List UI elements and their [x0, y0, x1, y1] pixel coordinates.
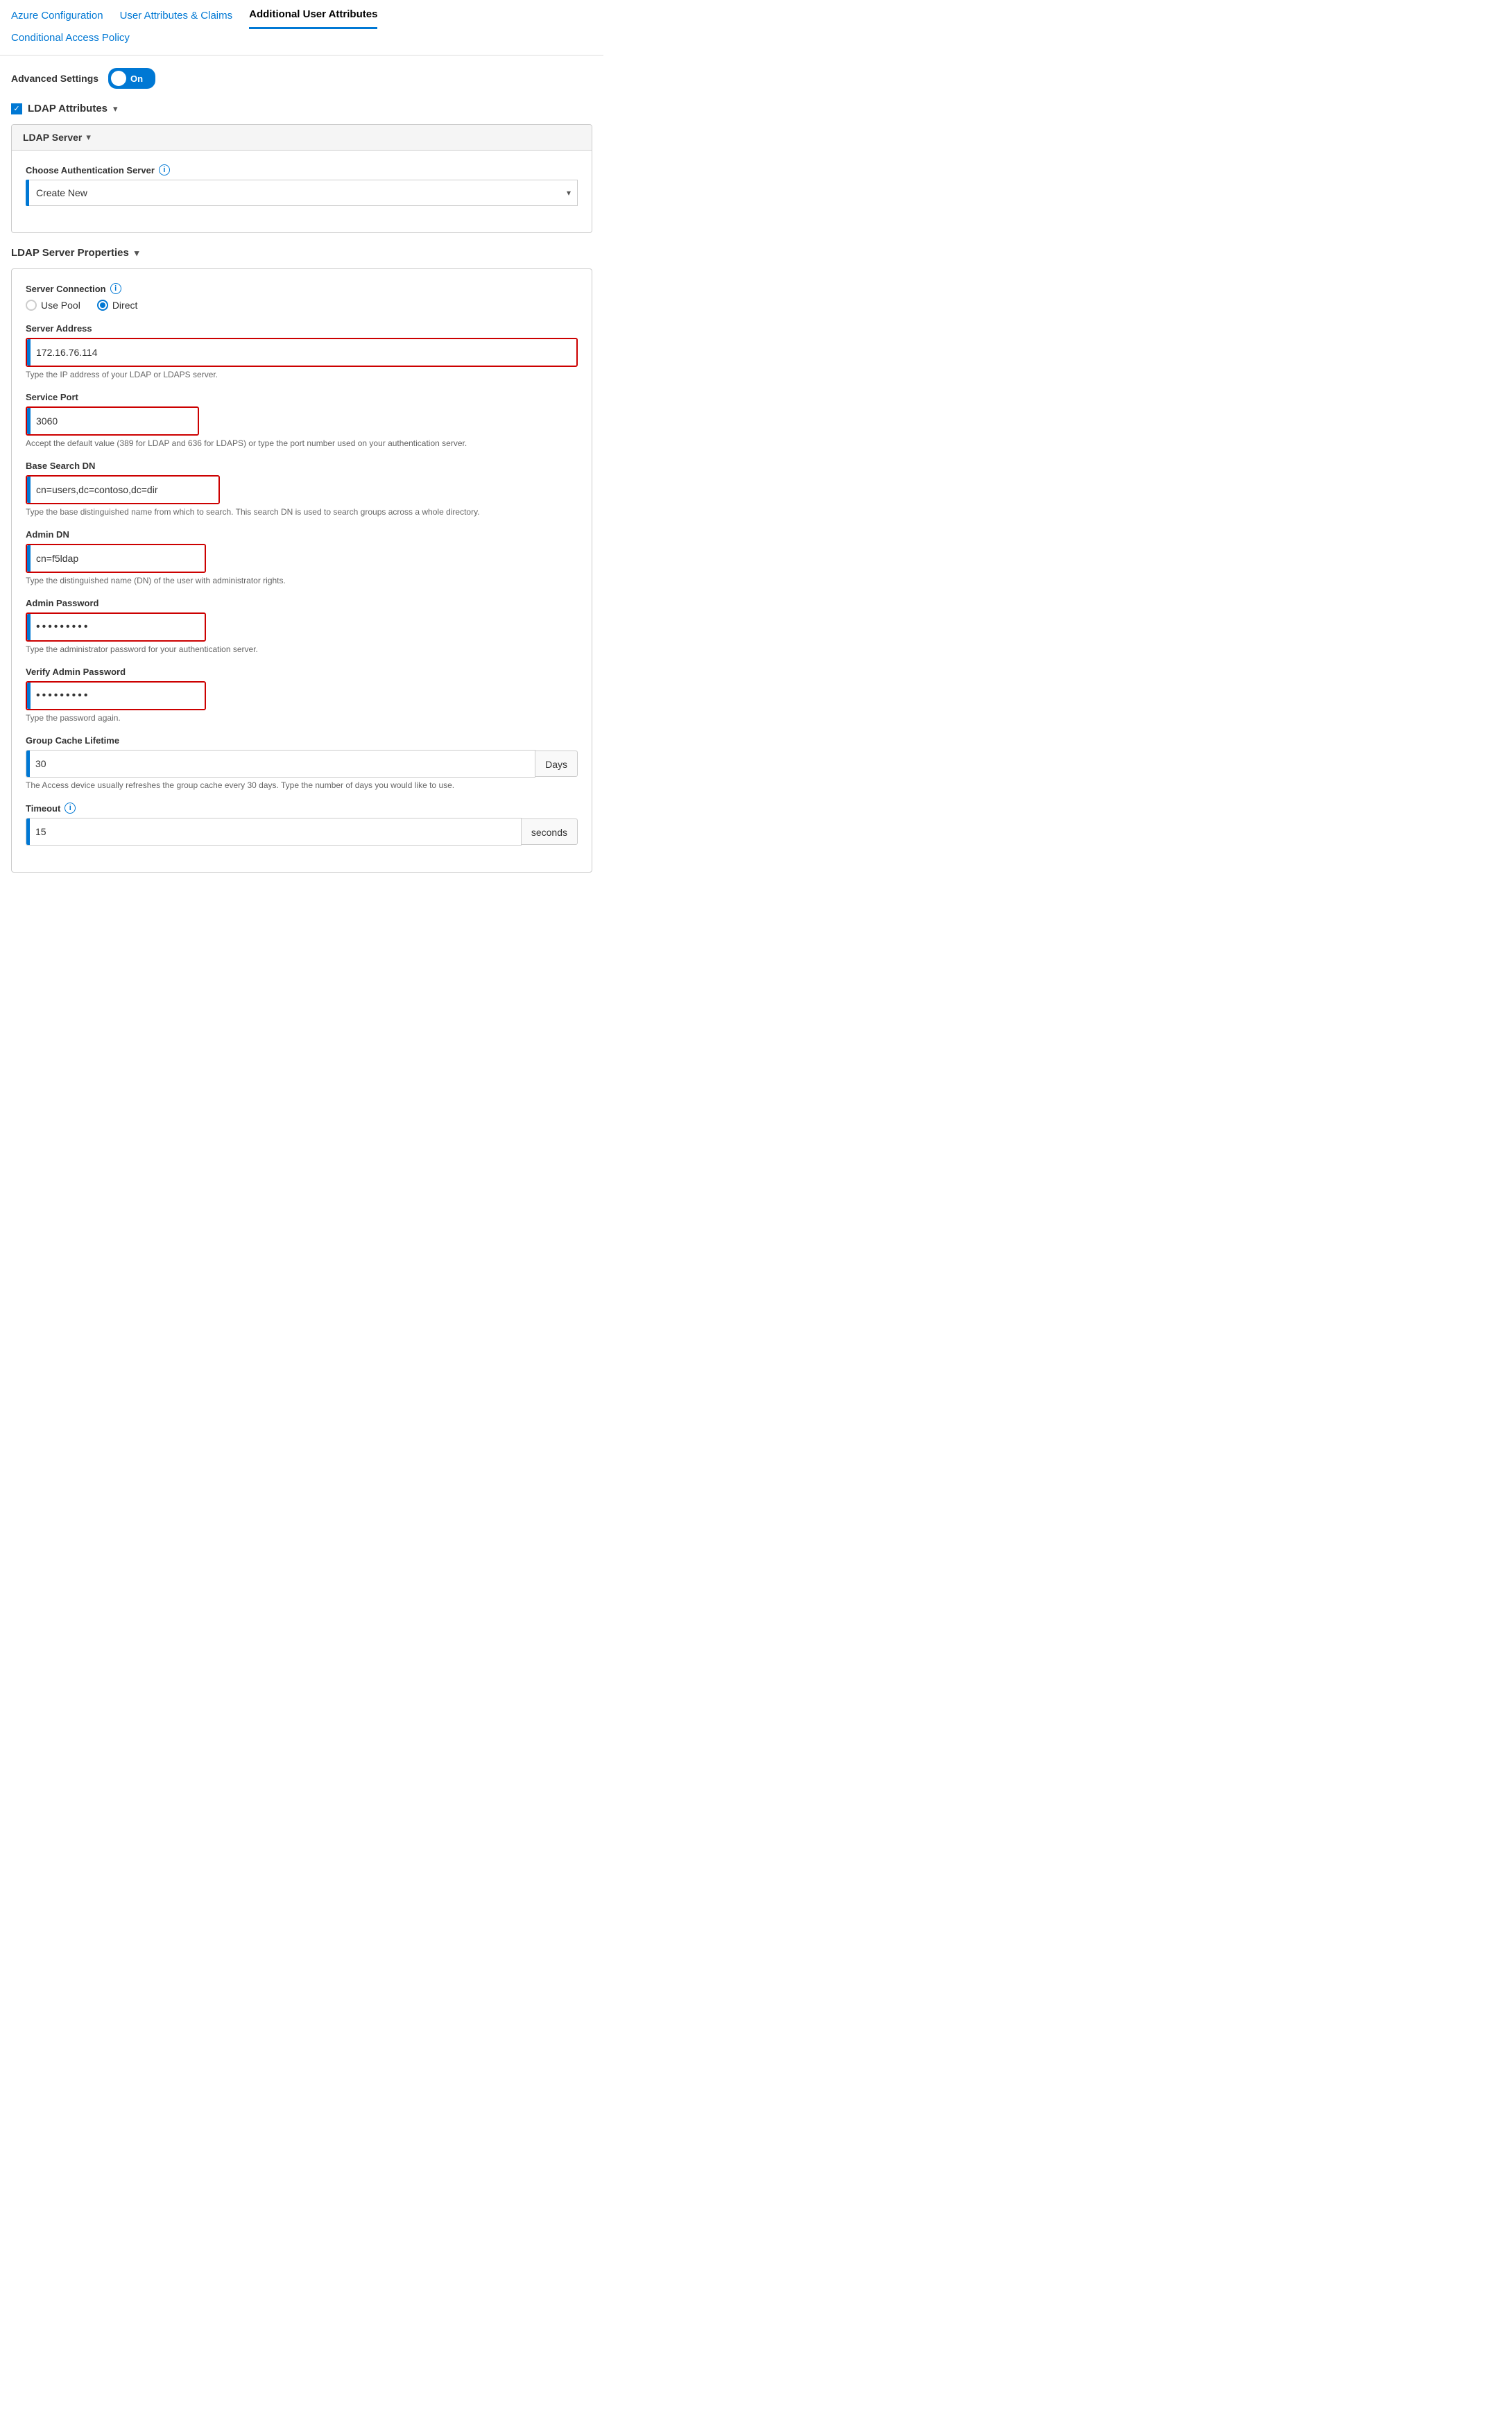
- admin-dn-input[interactable]: [31, 545, 205, 572]
- ldap-server-title: LDAP Server: [23, 132, 82, 143]
- server-address-group: Server Address Type the IP address of yo…: [26, 323, 578, 379]
- nav-additional-user-attributes[interactable]: Additional User Attributes: [249, 8, 377, 29]
- base-search-dn-label: Base Search DN: [26, 461, 578, 471]
- admin-password-input-wrapper: [26, 612, 206, 642]
- radio-direct[interactable]: Direct: [97, 300, 138, 311]
- advanced-settings-toggle[interactable]: On: [108, 68, 155, 89]
- timeout-unit: seconds: [522, 818, 578, 845]
- verify-admin-password-label-text: Verify Admin Password: [26, 667, 126, 677]
- main-content: Advanced Settings On ✓ LDAP Attributes ▾…: [0, 55, 603, 885]
- ldap-server-properties-section: LDAP Server Properties ▾ Server Connecti…: [11, 247, 592, 873]
- server-connection-radio-group: Use Pool Direct: [26, 300, 578, 311]
- admin-dn-label-text: Admin DN: [26, 529, 69, 540]
- base-search-dn-input-wrapper: [26, 475, 220, 504]
- radio-direct-label: Direct: [112, 300, 138, 311]
- choose-auth-server-select[interactable]: Create New: [29, 180, 578, 206]
- choose-auth-server-label-text: Choose Authentication Server: [26, 165, 155, 175]
- group-cache-lifetime-hint: The Access device usually refreshes the …: [26, 780, 578, 790]
- group-cache-lifetime-input-unit: Days: [26, 750, 578, 778]
- ldap-attributes-header: ✓ LDAP Attributes ▾: [11, 103, 592, 114]
- group-cache-lifetime-group: Group Cache Lifetime Days The Access dev…: [26, 735, 578, 790]
- admin-dn-group: Admin DN Type the distinguished name (DN…: [26, 529, 578, 585]
- base-search-dn-hint: Type the base distinguished name from wh…: [26, 507, 578, 517]
- verify-admin-password-group: Verify Admin Password Type the password …: [26, 667, 578, 723]
- ldap-server-properties-arrow-icon[interactable]: ▾: [135, 248, 139, 259]
- admin-dn-input-wrapper: [26, 544, 206, 573]
- ldap-attributes-title: LDAP Attributes: [28, 103, 108, 114]
- nav-row-2: Conditional Access Policy: [11, 32, 592, 55]
- service-port-input-wrapper: [26, 406, 199, 436]
- group-cache-lifetime-label-text: Group Cache Lifetime: [26, 735, 119, 746]
- ldap-server-properties-card: Server Connection i Use Pool Direct: [11, 268, 592, 873]
- server-connection-label-text: Server Connection: [26, 284, 106, 294]
- group-cache-lifetime-input-wrapper: [26, 750, 535, 778]
- admin-dn-hint: Type the distinguished name (DN) of the …: [26, 576, 578, 585]
- radio-direct-input[interactable]: [97, 300, 108, 311]
- radio-use-pool-input[interactable]: [26, 300, 37, 311]
- service-port-group: Service Port Accept the default value (3…: [26, 392, 578, 448]
- verify-admin-password-input-wrapper: [26, 681, 206, 710]
- timeout-input-wrapper: [26, 818, 522, 846]
- advanced-settings-row: Advanced Settings On: [11, 68, 592, 89]
- admin-dn-label: Admin DN: [26, 529, 578, 540]
- choose-auth-server-label: Choose Authentication Server i: [26, 164, 578, 175]
- ldap-server-properties-header: LDAP Server Properties ▾: [11, 247, 592, 259]
- radio-direct-dot: [100, 302, 105, 308]
- verify-admin-password-hint: Type the password again.: [26, 713, 578, 723]
- group-cache-lifetime-label: Group Cache Lifetime: [26, 735, 578, 746]
- base-search-dn-input[interactable]: [31, 477, 218, 503]
- server-connection-label: Server Connection i: [26, 283, 578, 294]
- ldap-server-card-body: Choose Authentication Server i Create Ne…: [12, 151, 592, 232]
- server-address-label-text: Server Address: [26, 323, 92, 334]
- server-connection-info-icon[interactable]: i: [110, 283, 121, 294]
- nav-conditional-access-policy[interactable]: Conditional Access Policy: [11, 32, 130, 51]
- server-address-hint: Type the IP address of your LDAP or LDAP…: [26, 370, 578, 379]
- ldap-attributes-arrow-icon[interactable]: ▾: [113, 103, 118, 114]
- group-cache-lifetime-input[interactable]: [30, 751, 535, 777]
- timeout-label-text: Timeout: [26, 803, 60, 814]
- service-port-label-text: Service Port: [26, 392, 78, 402]
- server-address-input-wrapper: [26, 338, 578, 367]
- choose-auth-server-select-wrapper: Create New ▾: [26, 180, 578, 206]
- server-connection-group: Server Connection i Use Pool Direct: [26, 283, 578, 311]
- verify-admin-password-input[interactable]: [31, 683, 205, 709]
- timeout-input[interactable]: [30, 818, 521, 845]
- ldap-server-card: LDAP Server ▾ Choose Authentication Serv…: [11, 124, 592, 233]
- top-navigation: Azure Configuration User Attributes & Cl…: [0, 0, 603, 55]
- advanced-settings-label: Advanced Settings: [11, 73, 98, 84]
- server-address-label: Server Address: [26, 323, 578, 334]
- admin-password-label-text: Admin Password: [26, 598, 98, 608]
- admin-password-hint: Type the administrator password for your…: [26, 644, 578, 654]
- timeout-group: Timeout i seconds: [26, 803, 578, 846]
- ldap-attributes-checkbox[interactable]: ✓: [11, 103, 22, 114]
- toggle-label: On: [130, 74, 143, 84]
- admin-password-label: Admin Password: [26, 598, 578, 608]
- nav-row-1: Azure Configuration User Attributes & Cl…: [11, 8, 592, 29]
- group-cache-lifetime-unit: Days: [535, 751, 578, 777]
- nav-azure-configuration[interactable]: Azure Configuration: [11, 10, 103, 28]
- service-port-label: Service Port: [26, 392, 578, 402]
- timeout-info-icon[interactable]: i: [65, 803, 76, 814]
- timeout-input-unit: seconds: [26, 818, 578, 846]
- radio-use-pool-label: Use Pool: [41, 300, 80, 311]
- timeout-label: Timeout i: [26, 803, 578, 814]
- nav-user-attributes-claims[interactable]: User Attributes & Claims: [120, 10, 233, 28]
- choose-auth-server-group: Choose Authentication Server i Create Ne…: [26, 164, 578, 206]
- base-search-dn-group: Base Search DN Type the base distinguish…: [26, 461, 578, 517]
- verify-admin-password-label: Verify Admin Password: [26, 667, 578, 677]
- ldap-server-properties-title: LDAP Server Properties: [11, 247, 129, 259]
- toggle-knob: [111, 71, 126, 86]
- service-port-hint: Accept the default value (389 for LDAP a…: [26, 438, 578, 448]
- admin-password-group: Admin Password Type the administrator pa…: [26, 598, 578, 654]
- server-address-input[interactable]: [31, 339, 576, 366]
- service-port-input[interactable]: [31, 408, 198, 434]
- admin-password-input[interactable]: [31, 614, 205, 640]
- radio-use-pool[interactable]: Use Pool: [26, 300, 80, 311]
- ldap-server-card-header: LDAP Server ▾: [12, 125, 592, 151]
- choose-auth-server-info-icon[interactable]: i: [159, 164, 170, 175]
- ldap-server-arrow-icon[interactable]: ▾: [86, 132, 91, 143]
- base-search-dn-label-text: Base Search DN: [26, 461, 95, 471]
